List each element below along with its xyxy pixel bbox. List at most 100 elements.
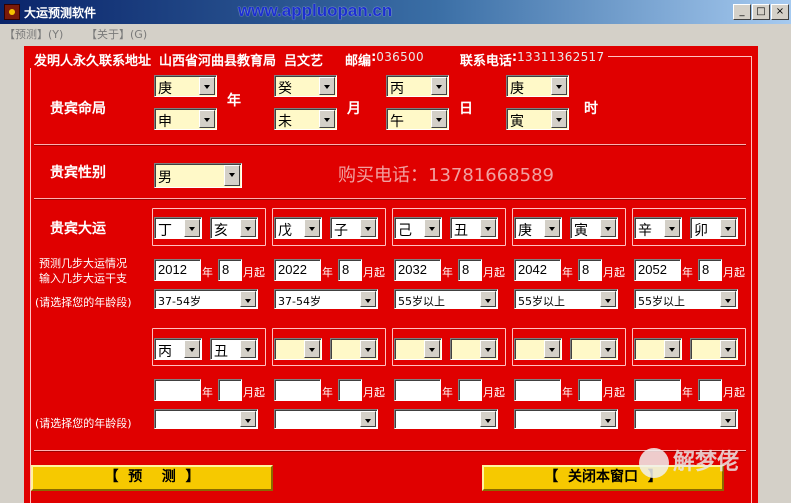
dayun-branch-select[interactable] xyxy=(690,338,738,360)
title-bar[interactable]: 大运预测软件 www.appluopan.cn _ □ × xyxy=(0,0,791,24)
day-branch-select[interactable]: 午 xyxy=(386,108,449,130)
dayun-branch-select[interactable] xyxy=(330,338,378,360)
month-stem-select[interactable]: 癸 xyxy=(274,75,337,97)
dayun-stem-select[interactable]: 戊 xyxy=(274,217,322,239)
month-branch-select[interactable]: 未 xyxy=(274,108,337,130)
age-range-select[interactable]: 55岁以上 xyxy=(634,289,738,309)
dayun-month-input[interactable]: 8 xyxy=(338,259,362,281)
dayun-year-input[interactable] xyxy=(154,379,201,401)
dayun-branch-select[interactable]: 子 xyxy=(330,217,378,239)
hour-stem-select[interactable]: 庚 xyxy=(506,75,569,97)
chevron-down-icon[interactable] xyxy=(544,340,560,358)
menu-about[interactable]: 【关于】(G) xyxy=(86,26,147,42)
dayun-stem-select[interactable] xyxy=(514,338,562,360)
chevron-down-icon[interactable] xyxy=(544,219,560,237)
chevron-down-icon[interactable] xyxy=(304,340,320,358)
chevron-down-icon[interactable] xyxy=(240,291,256,307)
dayun-month-input[interactable] xyxy=(578,379,602,401)
dayun-month-input[interactable]: 8 xyxy=(458,259,482,281)
chevron-down-icon[interactable] xyxy=(480,340,496,358)
chevron-down-icon[interactable] xyxy=(431,77,447,95)
age-range-select[interactable] xyxy=(394,409,498,429)
dayun-year-input[interactable] xyxy=(514,379,561,401)
dayun-year-input[interactable]: 2052 xyxy=(634,259,681,281)
chevron-down-icon[interactable] xyxy=(240,340,256,358)
chevron-down-icon[interactable] xyxy=(720,219,736,237)
day-stem-select[interactable]: 丙 xyxy=(386,75,449,97)
age-range-select[interactable]: 55岁以上 xyxy=(394,289,498,309)
chevron-down-icon[interactable] xyxy=(319,110,335,128)
dayun-month-input[interactable] xyxy=(338,379,362,401)
chevron-down-icon[interactable] xyxy=(360,219,376,237)
dayun-branch-select[interactable]: 亥 xyxy=(210,217,258,239)
maximize-button[interactable]: □ xyxy=(752,4,770,20)
age-range-select[interactable] xyxy=(154,409,258,429)
dayun-month-input[interactable] xyxy=(698,379,722,401)
chevron-down-icon[interactable] xyxy=(424,219,440,237)
close-window-button[interactable]: × xyxy=(771,4,789,20)
dayun-year-input[interactable]: 2022 xyxy=(274,259,321,281)
dayun-branch-select[interactable]: 丑 xyxy=(210,338,258,360)
chevron-down-icon[interactable] xyxy=(319,77,335,95)
dayun-stem-select[interactable] xyxy=(274,338,322,360)
chevron-down-icon[interactable] xyxy=(240,219,256,237)
predict-button[interactable]: 【 预 测 】 xyxy=(31,465,273,491)
dayun-year-input[interactable]: 2042 xyxy=(514,259,561,281)
chevron-down-icon[interactable] xyxy=(240,411,256,427)
minimize-button[interactable]: _ xyxy=(733,4,751,20)
chevron-down-icon[interactable] xyxy=(664,219,680,237)
dayun-year-input[interactable] xyxy=(394,379,441,401)
dayun-stem-select[interactable] xyxy=(634,338,682,360)
chevron-down-icon[interactable] xyxy=(720,411,736,427)
chevron-down-icon[interactable] xyxy=(199,77,215,95)
dayun-branch-select[interactable]: 卯 xyxy=(690,217,738,239)
menu-predict[interactable]: 【预测】(Y) xyxy=(4,26,63,42)
dayun-stem-select[interactable]: 庚 xyxy=(514,217,562,239)
year-stem-select[interactable]: 庚 xyxy=(154,75,217,97)
chevron-down-icon[interactable] xyxy=(600,219,616,237)
chevron-down-icon[interactable] xyxy=(360,411,376,427)
dayun-month-input[interactable] xyxy=(218,379,242,401)
chevron-down-icon[interactable] xyxy=(551,110,567,128)
dayun-month-input[interactable] xyxy=(458,379,482,401)
chevron-down-icon[interactable] xyxy=(480,219,496,237)
dayun-year-input[interactable] xyxy=(274,379,321,401)
age-range-select[interactable]: 37-54岁 xyxy=(274,289,378,309)
dayun-stem-select[interactable] xyxy=(394,338,442,360)
dayun-stem-select[interactable]: 丙 xyxy=(154,338,202,360)
chevron-down-icon[interactable] xyxy=(600,291,616,307)
chevron-down-icon[interactable] xyxy=(720,340,736,358)
dayun-stem-select[interactable]: 己 xyxy=(394,217,442,239)
dayun-stem-select[interactable]: 丁 xyxy=(154,217,202,239)
age-range-select[interactable] xyxy=(634,409,738,429)
chevron-down-icon[interactable] xyxy=(480,411,496,427)
chevron-down-icon[interactable] xyxy=(184,340,200,358)
dayun-month-input[interactable]: 8 xyxy=(578,259,602,281)
dayun-branch-select[interactable]: 寅 xyxy=(570,217,618,239)
dayun-branch-select[interactable] xyxy=(570,338,618,360)
dayun-branch-select[interactable] xyxy=(450,338,498,360)
hour-branch-select[interactable]: 寅 xyxy=(506,108,569,130)
chevron-down-icon[interactable] xyxy=(360,340,376,358)
chevron-down-icon[interactable] xyxy=(199,110,215,128)
chevron-down-icon[interactable] xyxy=(664,340,680,358)
chevron-down-icon[interactable] xyxy=(304,219,320,237)
chevron-down-icon[interactable] xyxy=(600,340,616,358)
dayun-year-input[interactable]: 2012 xyxy=(154,259,201,281)
chevron-down-icon[interactable] xyxy=(480,291,496,307)
dayun-year-input[interactable]: 2032 xyxy=(394,259,441,281)
age-range-select[interactable] xyxy=(514,409,618,429)
dayun-month-input[interactable]: 8 xyxy=(218,259,242,281)
chevron-down-icon[interactable] xyxy=(360,291,376,307)
dayun-branch-select[interactable]: 丑 xyxy=(450,217,498,239)
age-range-select[interactable]: 55岁以上 xyxy=(514,289,618,309)
dayun-stem-select[interactable]: 辛 xyxy=(634,217,682,239)
chevron-down-icon[interactable] xyxy=(424,340,440,358)
chevron-down-icon[interactable] xyxy=(224,165,240,186)
year-branch-select[interactable]: 申 xyxy=(154,108,217,130)
dayun-month-input[interactable]: 8 xyxy=(698,259,722,281)
gender-select[interactable]: 男 xyxy=(154,163,242,188)
age-range-select[interactable] xyxy=(274,409,378,429)
chevron-down-icon[interactable] xyxy=(551,77,567,95)
dayun-year-input[interactable] xyxy=(634,379,681,401)
